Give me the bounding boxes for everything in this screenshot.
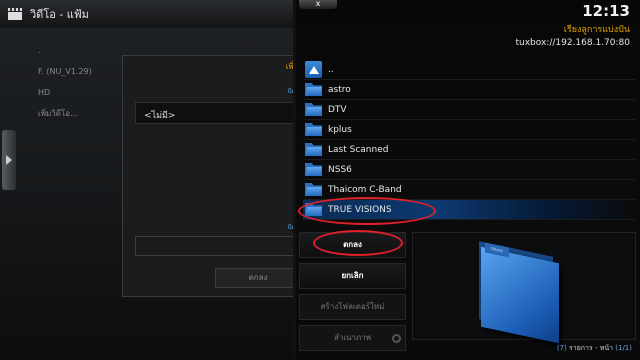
folder-icon bbox=[305, 143, 322, 156]
folder-item-last-scanned[interactable]: Last Scanned bbox=[303, 140, 636, 160]
large-folder-icon: Share bbox=[469, 241, 569, 344]
folder-item-astro[interactable]: astro bbox=[303, 80, 636, 100]
radio-toggle-icon bbox=[392, 334, 401, 343]
video-source-list: . F. (NU_V1.29) HD เพิ่มวิดีโอ... bbox=[38, 40, 128, 124]
side-menu-tab[interactable] bbox=[2, 130, 16, 190]
folder-icon bbox=[305, 183, 322, 196]
item-label: Last Scanned bbox=[328, 144, 389, 155]
sort-label: เรียงลูการแบ่งปัน bbox=[563, 25, 630, 35]
list-item: . bbox=[38, 46, 41, 55]
folder-icon bbox=[305, 83, 322, 96]
folder-icon bbox=[305, 103, 322, 116]
dialog-ok-button[interactable]: ตกลง bbox=[215, 268, 301, 288]
item-label: Thaicom C-Band bbox=[328, 184, 402, 195]
source-path-field[interactable]: <ไม่มี> bbox=[135, 102, 301, 124]
folder-icon bbox=[305, 203, 322, 216]
item-label: .. bbox=[328, 64, 334, 75]
page-indicator: (1/1) bbox=[615, 344, 632, 352]
folder-icon bbox=[305, 123, 322, 136]
chevron-right-icon bbox=[6, 155, 12, 165]
add-source-dialog: เพิ่ม ป้อน <ไม่มี> ป้อน ตกลง bbox=[122, 55, 301, 297]
folder-list: .. astro DTV kplus Last Scanned NSS6 Tha… bbox=[303, 60, 636, 220]
ok-button[interactable]: ตกลง bbox=[299, 232, 406, 258]
cancel-button[interactable]: ยกเลิก bbox=[299, 263, 406, 289]
clapperboard-icon bbox=[8, 8, 22, 20]
close-button[interactable]: x bbox=[299, 0, 337, 9]
source-name-field[interactable] bbox=[135, 236, 301, 256]
background-video-window: วิดีโอ - แฟ้ม . F. (NU_V1.29) HD เพิ่มวิ… bbox=[0, 0, 301, 360]
mirror-image-button[interactable]: สำเนาภาพ bbox=[299, 325, 406, 351]
folder-icon bbox=[305, 163, 322, 176]
folder-item-nss6[interactable]: NSS6 bbox=[303, 160, 636, 180]
action-buttons: ตกลง ยกเลิก สร้างโฟลเดอร์ใหม่ สำเนาภาพ bbox=[299, 232, 406, 356]
parent-folder-item[interactable]: .. bbox=[303, 60, 636, 80]
up-arrow-icon bbox=[305, 61, 322, 78]
folder-item-kplus[interactable]: kplus bbox=[303, 120, 636, 140]
item-count-footer: (7) รายการ - หน้า (1/1) bbox=[557, 343, 632, 354]
item-count: (7) bbox=[556, 344, 567, 352]
item-label: TRUE VISIONS bbox=[328, 204, 392, 215]
folder-item-thaicom-c-band[interactable]: Thaicom C-Band bbox=[303, 180, 636, 200]
mirror-image-label: สำเนาภาพ bbox=[333, 333, 372, 342]
folder-item-true-visions[interactable]: TRUE VISIONS bbox=[303, 200, 636, 220]
current-path: tuxbox://192.168.1.70:80 bbox=[515, 38, 630, 48]
new-folder-button[interactable]: สร้างโฟลเดอร์ใหม่ bbox=[299, 294, 406, 320]
clock: 12:13 bbox=[582, 2, 630, 20]
item-label: astro bbox=[328, 84, 351, 95]
item-label: kplus bbox=[328, 124, 352, 135]
item-label: NSS6 bbox=[328, 164, 352, 175]
window-title: วิดีโอ - แฟ้ม bbox=[30, 8, 89, 21]
window-header: วิดีโอ - แฟ้ม bbox=[0, 0, 300, 28]
item-label: DTV bbox=[328, 104, 347, 115]
list-item: HD bbox=[38, 88, 51, 97]
folder-item-dtv[interactable]: DTV bbox=[303, 100, 636, 120]
footer-text: รายการ - หน้า bbox=[566, 344, 616, 352]
list-item: F. (NU_V1.29) bbox=[38, 67, 92, 76]
list-item: เพิ่มวิดีโอ... bbox=[38, 109, 78, 118]
folder-preview: Share bbox=[412, 232, 636, 344]
